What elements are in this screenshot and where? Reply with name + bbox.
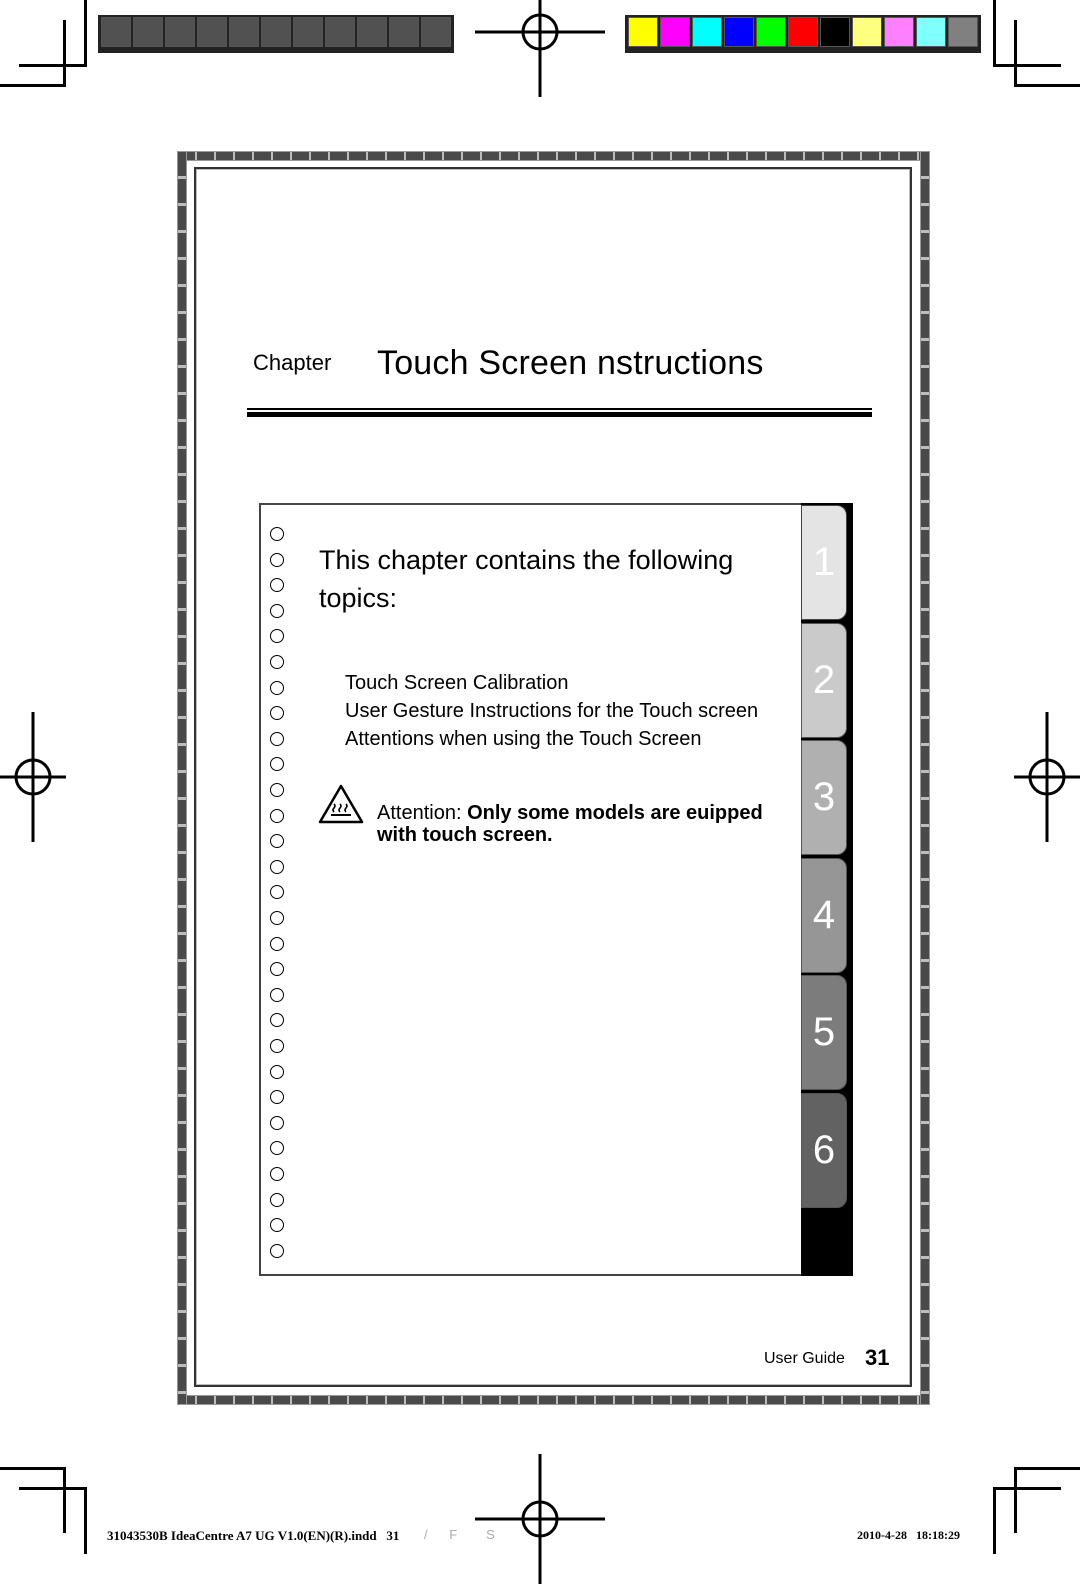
color-swatch xyxy=(660,17,690,47)
binder-hole xyxy=(270,1115,284,1130)
binder-hole xyxy=(270,859,284,874)
color-swatch xyxy=(788,17,818,47)
chapter-tab-1[interactable]: 1 xyxy=(801,505,847,620)
color-calibration-bar xyxy=(625,15,981,53)
topic-item: Touch Screen Calibration xyxy=(345,672,569,694)
heading-rule xyxy=(247,408,872,410)
gray-calibration-bar xyxy=(98,15,454,53)
hot-surface-warning-icon xyxy=(318,783,364,825)
slug-file: 31043530B IdeaCentre A7 UG V1.0(EN)(R).i… xyxy=(107,1528,400,1543)
registration-mark-icon xyxy=(475,1454,605,1584)
attention-label: Attention: xyxy=(377,802,468,824)
crop-mark xyxy=(993,64,1061,67)
binder-hole xyxy=(270,731,284,746)
page-frame-left xyxy=(177,151,187,1405)
gray-swatch xyxy=(197,17,227,47)
color-swatch xyxy=(756,17,786,47)
slug-ghost-text: / F S xyxy=(424,1527,510,1542)
attention-note: Attention: Only some models are euipped … xyxy=(377,802,797,846)
color-swatch xyxy=(852,17,882,47)
crop-mark xyxy=(0,1467,66,1470)
binder-hole xyxy=(270,936,284,951)
binder-hole xyxy=(270,808,284,823)
binder-hole xyxy=(270,527,284,541)
page-number: 31 xyxy=(865,1345,890,1370)
binder-hole xyxy=(270,1167,284,1181)
gray-swatch xyxy=(293,17,323,47)
contents-intro: This chapter contains the following topi… xyxy=(319,545,734,613)
registration-mark-icon xyxy=(982,712,1080,842)
gray-swatch xyxy=(357,17,387,47)
crop-mark xyxy=(0,84,66,87)
registration-mark-icon xyxy=(475,0,605,97)
binder-hole xyxy=(270,1243,284,1258)
chapter-tab-2[interactable]: 2 xyxy=(801,622,847,738)
color-swatch xyxy=(916,17,946,47)
chapter-tab-3[interactable]: 3 xyxy=(801,740,847,855)
gray-swatch xyxy=(421,17,451,47)
color-swatch xyxy=(692,17,722,47)
gray-swatch xyxy=(261,17,291,47)
registration-mark-icon xyxy=(0,712,98,842)
binder-hole xyxy=(270,1064,284,1079)
gray-swatch xyxy=(325,17,355,47)
chapter-label: Chapter xyxy=(253,350,332,375)
color-swatch xyxy=(628,17,658,47)
crop-mark xyxy=(63,1467,66,1533)
crop-mark xyxy=(993,1487,1061,1490)
binder-hole xyxy=(270,603,284,618)
chapter-title: Touch Screen nstructions xyxy=(377,344,764,382)
color-swatch xyxy=(884,17,914,47)
topic-item: User Gesture Instructions for the Touch … xyxy=(345,700,759,722)
crop-mark xyxy=(84,1487,87,1554)
crop-mark xyxy=(84,0,87,66)
color-swatch xyxy=(820,17,850,47)
chapter-contents-box xyxy=(259,503,853,1276)
color-swatch xyxy=(948,17,978,47)
chapter-tab-6[interactable]: 6 xyxy=(801,1092,847,1208)
gray-swatch xyxy=(389,17,419,47)
page-frame-top xyxy=(177,151,930,161)
crop-mark xyxy=(63,20,66,86)
crop-mark xyxy=(993,0,996,66)
binder-hole xyxy=(270,552,284,567)
slug-datetime: 2010-4-28 18:18:29 xyxy=(857,1528,960,1542)
topic-item: Attentions when using the Touch Screen xyxy=(345,728,702,750)
page-frame-bottom xyxy=(177,1395,930,1405)
binder-hole xyxy=(270,911,284,925)
gray-swatch xyxy=(165,17,195,47)
chapter-tab-4[interactable]: 4 xyxy=(801,857,847,973)
crop-mark xyxy=(1014,20,1017,86)
gray-swatch xyxy=(101,17,131,47)
gray-swatch xyxy=(133,17,163,47)
crop-mark xyxy=(19,1487,87,1490)
binder-hole xyxy=(270,680,284,695)
crop-mark xyxy=(19,64,87,67)
crop-mark xyxy=(1014,1467,1080,1470)
binder-hole xyxy=(270,783,284,797)
footer-label: User Guide xyxy=(764,1350,845,1367)
binder-hole xyxy=(270,987,284,1002)
heading-rule xyxy=(247,412,872,417)
binder-hole xyxy=(270,1039,284,1053)
crop-mark xyxy=(1014,84,1080,87)
chapter-tab-5[interactable]: 5 xyxy=(801,975,847,1090)
gray-swatch xyxy=(229,17,259,47)
color-swatch xyxy=(724,17,754,47)
crop-mark xyxy=(993,1487,996,1554)
binder-hole xyxy=(270,1192,284,1207)
binder-hole xyxy=(270,655,284,669)
crop-mark xyxy=(1014,1467,1017,1533)
page-frame-right xyxy=(920,151,930,1405)
